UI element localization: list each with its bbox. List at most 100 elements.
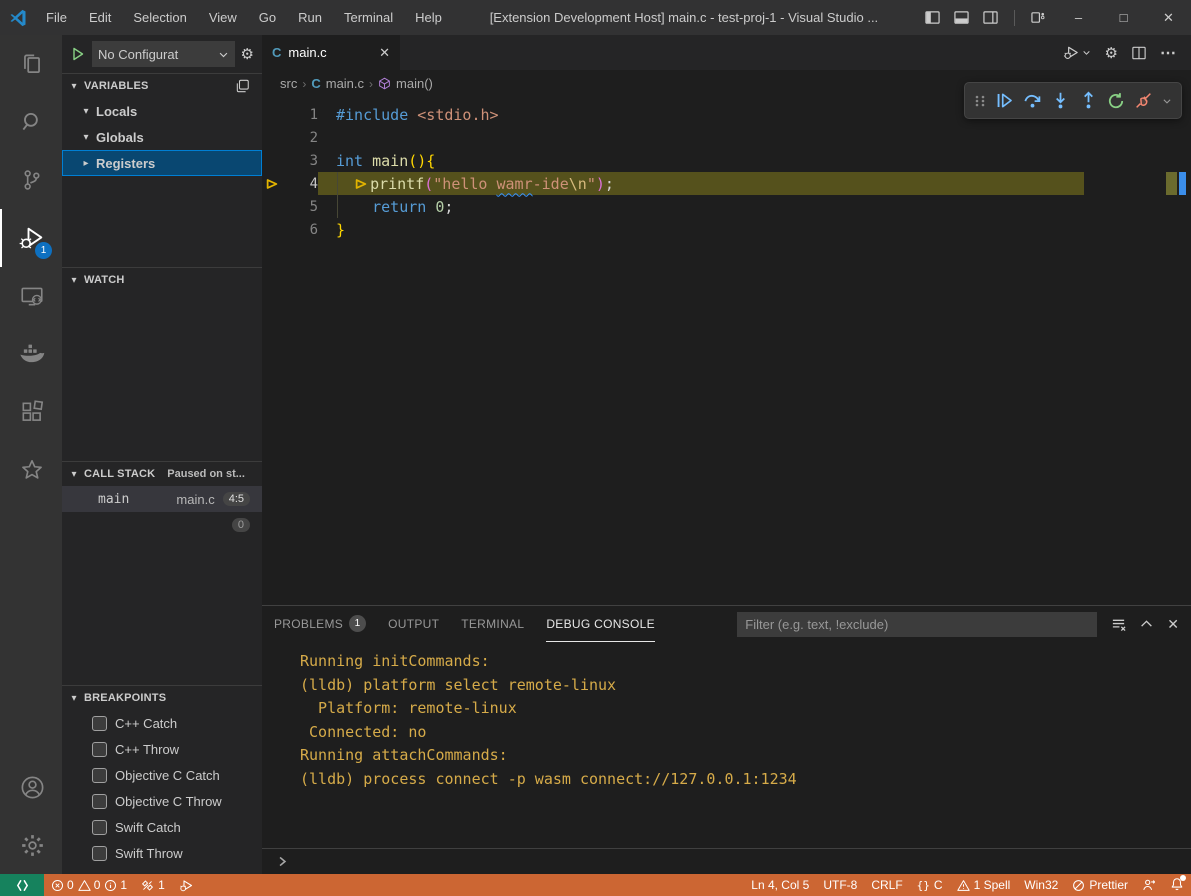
panel-tab-terminal[interactable]: TERMINAL (461, 606, 524, 642)
panel-tab-problems[interactable]: PROBLEMS1 (274, 606, 366, 642)
breakpoint-checkbox[interactable] (92, 846, 107, 861)
breakpoint-checkbox[interactable] (92, 794, 107, 809)
statusbar-spell-status[interactable]: 1 Spell (950, 874, 1018, 896)
breakpoint-checkbox[interactable] (92, 768, 107, 783)
line-number[interactable]: 6 (282, 222, 318, 238)
debug-configuration-dropdown[interactable]: No Configurat (92, 41, 235, 67)
statusbar-formatter[interactable]: Prettier (1065, 874, 1135, 896)
toggle-secondary-sidebar-icon[interactable] (983, 10, 998, 25)
close-button[interactable]: ✕ (1146, 0, 1191, 35)
activity-remote-explorer-icon[interactable] (0, 267, 62, 325)
menu-go[interactable]: Go (248, 0, 287, 35)
code-line-5[interactable]: 5 return 0; (262, 195, 1191, 218)
code-line-2[interactable]: 2 (262, 126, 1191, 149)
activity-source-control-icon[interactable] (0, 151, 62, 209)
debug-console-input[interactable] (262, 848, 1191, 874)
call-stack-frame[interactable]: 0 (62, 512, 262, 538)
breakpoint-item[interactable]: C++ Throw (62, 736, 262, 762)
line-number[interactable]: 3 (282, 153, 318, 169)
toggle-sidebar-icon[interactable] (925, 10, 940, 25)
line-number[interactable]: 1 (282, 107, 318, 123)
breakpoint-item[interactable]: C++ Catch (62, 710, 262, 736)
breakpoint-item[interactable]: Objective C Throw (62, 788, 262, 814)
menu-view[interactable]: View (198, 0, 248, 35)
toggle-panel-icon[interactable] (954, 10, 969, 25)
line-number[interactable]: 4 (282, 176, 318, 192)
activity-run-and-debug-icon[interactable]: 1 (0, 209, 62, 267)
variables-item-globals[interactable]: ▾Globals (62, 124, 262, 150)
menu-run[interactable]: Run (287, 0, 333, 35)
breakpoint-checkbox[interactable] (92, 742, 107, 757)
variables-item-registers[interactable]: ▸Registers (62, 150, 262, 176)
vscode-logo-icon[interactable] (0, 9, 35, 27)
panel-tab-debug-console[interactable]: DEBUG CONSOLE (546, 606, 655, 642)
breakpoint-item[interactable]: Swift Throw (62, 840, 262, 866)
activity-extensions-icon[interactable] (0, 383, 62, 441)
panel-tab-output[interactable]: OUTPUT (388, 606, 439, 642)
console-filter-input[interactable] (737, 612, 1097, 637)
activity-manage-icon[interactable] (0, 816, 62, 874)
disconnect-button[interactable] (1134, 91, 1153, 110)
statusbar-encoding[interactable]: UTF-8 (816, 874, 864, 896)
maximize-panel-icon[interactable] (1140, 618, 1153, 631)
run-or-debug-icon[interactable] (1063, 44, 1091, 61)
more-actions-icon[interactable]: ⋯ (1160, 43, 1177, 63)
menu-selection[interactable]: Selection (122, 0, 197, 35)
line-number[interactable]: 2 (282, 130, 318, 146)
statusbar-notifications[interactable] (1163, 874, 1191, 896)
breakpoint-checkbox[interactable] (92, 716, 107, 731)
breadcrumb-file[interactable]: main.c (326, 76, 364, 91)
statusbar-feedback[interactable] (1135, 874, 1163, 896)
configure-gear-icon[interactable]: ⚙ (241, 45, 254, 63)
statusbar-language-mode[interactable]: {}C (910, 874, 950, 896)
collapse-all-icon[interactable] (236, 79, 250, 93)
variables-header[interactable]: ▾ VARIABLES (62, 74, 262, 98)
debug-status-icon[interactable] (172, 874, 201, 896)
breakpoint-item[interactable]: Swift Catch (62, 814, 262, 840)
activity-docker-icon[interactable] (0, 325, 62, 383)
activity-accounts-icon[interactable] (0, 758, 62, 816)
close-tab-icon[interactable]: ✕ (379, 45, 390, 61)
ports-status[interactable]: 1 (134, 874, 172, 896)
continue-button[interactable] (995, 91, 1014, 110)
breadcrumb-folder[interactable]: src (280, 76, 297, 91)
restart-button[interactable] (1107, 92, 1125, 110)
tab-main-c[interactable]: C main.c ✕ (262, 35, 400, 70)
code-line-6[interactable]: 6} (262, 218, 1191, 241)
menu-file[interactable]: File (35, 0, 78, 35)
menu-help[interactable]: Help (404, 0, 453, 35)
step-over-button[interactable] (1023, 91, 1042, 110)
line-number[interactable]: 5 (282, 199, 318, 215)
split-editor-icon[interactable] (1132, 46, 1146, 60)
menu-terminal[interactable]: Terminal (333, 0, 404, 35)
maximize-button[interactable]: □ (1101, 0, 1146, 35)
call-stack-header[interactable]: ▾ CALL STACK Paused on st... (62, 462, 262, 486)
editor-settings-gear-icon[interactable]: ⚙ (1105, 44, 1118, 62)
clear-console-icon[interactable] (1111, 617, 1126, 632)
statusbar-platform-target[interactable]: Win32 (1017, 874, 1065, 896)
code-editor[interactable]: 1#include <stdio.h>23int main(){4 printf… (262, 97, 1191, 605)
activity-search-icon[interactable] (0, 93, 62, 151)
breakpoint-checkbox[interactable] (92, 820, 107, 835)
breakpoint-item[interactable]: Objective C Catch (62, 762, 262, 788)
statusbar-cursor-position[interactable]: Ln 4, Col 5 (744, 874, 816, 896)
execution-pointer-icon[interactable] (262, 177, 282, 191)
close-panel-icon[interactable]: ✕ (1167, 616, 1179, 633)
breakpoints-header[interactable]: ▾ BREAKPOINTS (62, 686, 262, 710)
customize-layout-icon[interactable] (1031, 10, 1046, 25)
call-stack-frame[interactable]: mainmain.c4:5 (62, 486, 262, 512)
variables-item-locals[interactable]: ▾Locals (62, 98, 262, 124)
start-debug-icon[interactable] (70, 46, 86, 62)
statusbar-eol[interactable]: CRLF (864, 874, 909, 896)
step-into-button[interactable] (1051, 91, 1070, 110)
breadcrumb-symbol[interactable]: main() (396, 76, 433, 91)
debug-toolbar-dropdown-icon[interactable] (1162, 96, 1172, 106)
watch-header[interactable]: ▾ WATCH (62, 268, 262, 292)
menu-edit[interactable]: Edit (78, 0, 122, 35)
minimize-button[interactable]: – (1056, 0, 1101, 35)
activity-explorer-icon[interactable] (0, 35, 62, 93)
step-out-button[interactable] (1079, 91, 1098, 110)
remote-indicator[interactable] (0, 874, 44, 896)
toolbar-drag-grip[interactable] (974, 93, 986, 109)
activity-test-explorer-icon[interactable] (0, 441, 62, 499)
